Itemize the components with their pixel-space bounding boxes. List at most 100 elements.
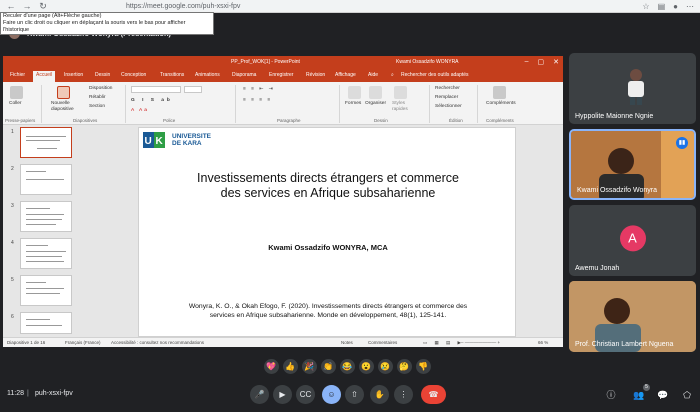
tab-revision[interactable]: Révision: [306, 72, 325, 78]
more-options-icon[interactable]: ⋮: [394, 385, 413, 404]
participant-tile[interactable]: A Awemu Jonah: [569, 205, 696, 276]
minimize-icon[interactable]: –: [525, 58, 529, 66]
more-icon[interactable]: ⋯: [686, 2, 694, 11]
close-icon[interactable]: ✕: [553, 58, 559, 66]
paste-button[interactable]: Coller: [9, 101, 22, 106]
back-icon[interactable]: ←: [6, 2, 16, 11]
tab-affichage[interactable]: Affichage: [335, 72, 356, 78]
reset-button[interactable]: Rétablir: [89, 95, 106, 100]
sad-reaction-icon[interactable]: 😢: [377, 358, 393, 374]
tab-diaporama[interactable]: Diaporama: [232, 72, 256, 78]
shapes-button[interactable]: Formes: [345, 101, 361, 106]
font-size-field[interactable]: [184, 86, 202, 93]
back-tooltip: Reculer d'une page (Alt+Flèche gauche) F…: [0, 12, 214, 35]
slide-thumbnail[interactable]: [20, 275, 72, 306]
replace-button[interactable]: Remplacer: [435, 95, 458, 100]
layout-button[interactable]: Disposition: [89, 86, 112, 91]
meeting-code: puh-xsxi-fpv: [35, 390, 73, 397]
styles-icon[interactable]: [394, 86, 407, 99]
camera-icon[interactable]: ▶: [273, 385, 292, 404]
comments-button[interactable]: Commentaires: [368, 340, 397, 345]
drawing-group-label: Dessin: [374, 118, 388, 123]
arrange-button[interactable]: Organiser: [365, 101, 386, 106]
zoom-level[interactable]: 66 %: [538, 340, 548, 345]
paste-icon[interactable]: [10, 86, 23, 99]
slide-thumbnail[interactable]: [20, 238, 72, 269]
accessibility-status[interactable]: Accessibilité : consultez nos recommanda…: [111, 340, 204, 345]
tab-insertion[interactable]: Insertion: [64, 72, 83, 78]
addins-button[interactable]: Compléments: [486, 101, 516, 106]
maximize-icon[interactable]: ▢: [538, 58, 545, 66]
captions-icon[interactable]: CC: [296, 385, 315, 404]
new-slide-icon[interactable]: [57, 86, 70, 99]
thumbs-up-reaction-icon[interactable]: 👍: [282, 358, 298, 374]
align-icons[interactable]: ≡ ≡ ≡ ≡: [243, 98, 272, 103]
tab-aide[interactable]: Aide: [368, 72, 378, 78]
speaking-indicator-icon: ▮▮: [676, 137, 688, 149]
participant-name: Awemu Jonah: [575, 265, 620, 272]
language-status[interactable]: Français (France): [65, 340, 101, 345]
clap-reaction-icon[interactable]: 👏: [320, 358, 336, 374]
new-slide-button[interactable]: Nouvelle diapositive: [51, 101, 81, 113]
activities-icon[interactable]: ⬠: [680, 388, 694, 402]
thumb-number: 4: [11, 240, 14, 246]
shapes-icon[interactable]: [348, 86, 361, 99]
current-slide[interactable]: U K UNIVERSITE DE KARA Investissements d…: [138, 127, 516, 337]
slide-author: Kwami Ossadzifo WONYRA, MCA: [268, 243, 388, 252]
profile-icon[interactable]: ●: [673, 2, 678, 11]
thumbs-down-reaction-icon[interactable]: 👎: [415, 358, 431, 374]
forward-icon[interactable]: →: [22, 2, 32, 11]
styles-button[interactable]: Styles rapides: [392, 101, 410, 113]
present-screen-icon[interactable]: ⇧: [345, 385, 364, 404]
ribbon-search[interactable]: Rechercher des outils adaptés: [401, 72, 469, 78]
slide-thumbnail[interactable]: [20, 201, 72, 232]
tab-dessin[interactable]: Dessin: [95, 72, 110, 78]
surprised-reaction-icon[interactable]: 😮: [358, 358, 374, 374]
leave-call-button[interactable]: ☎: [421, 385, 446, 404]
participant-tile[interactable]: Prof. Christian Lambert Nguena: [569, 281, 696, 352]
collections-icon[interactable]: ▤: [658, 2, 666, 11]
find-button[interactable]: Rechercher: [435, 86, 460, 91]
tab-animations[interactable]: Animations: [195, 72, 220, 78]
participant-tile[interactable]: Hyppolite Maionne Ngnie: [569, 53, 696, 124]
party-reaction-icon[interactable]: 🎉: [301, 358, 317, 374]
section-button[interactable]: Section: [89, 104, 105, 109]
microphone-icon[interactable]: 🎤: [250, 385, 269, 404]
slide-thumbnail[interactable]: [20, 312, 72, 334]
star-icon[interactable]: ☆: [642, 2, 649, 11]
raise-hand-icon[interactable]: ✋: [370, 385, 389, 404]
tab-conception[interactable]: Conception: [121, 72, 146, 78]
notes-button[interactable]: Notes: [341, 340, 353, 345]
laugh-reaction-icon[interactable]: 😂: [339, 358, 355, 374]
font-name-field[interactable]: [131, 86, 181, 93]
addins-icon[interactable]: [493, 86, 506, 99]
reactions-icon[interactable]: ☺: [322, 385, 341, 404]
tab-accueil[interactable]: Accueil: [33, 71, 56, 82]
list-icons[interactable]: ≡ ≡ ⇤ ⇥: [243, 87, 275, 92]
view-buttons[interactable]: ▭ ▦ ▤ ▶: [423, 340, 464, 346]
powerpoint-window: PP_Prof_WOK[1] - PowerPoint Kwami Ossadz…: [3, 56, 563, 347]
thinking-reaction-icon[interactable]: 🤔: [396, 358, 412, 374]
font-format-icons[interactable]: G I S ab: [131, 98, 173, 103]
tab-fichier[interactable]: Fichier: [10, 72, 25, 78]
slide-thumbnail[interactable]: [20, 127, 72, 158]
tab-transitions[interactable]: Transitions: [160, 72, 184, 78]
arrange-icon[interactable]: [369, 86, 382, 99]
slide-thumbnail[interactable]: [20, 164, 72, 195]
slide-thumbnails[interactable]: 1 2 3 4 5 6: [3, 125, 75, 337]
chat-icon[interactable]: 💬: [656, 388, 670, 402]
meeting-time: 11:28: [7, 390, 24, 397]
participant-tile-speaking[interactable]: ▮▮ Kwami Ossadzifo Wonyra: [569, 129, 696, 200]
heart-reaction-icon[interactable]: 💖: [263, 358, 279, 374]
zoom-slider[interactable]: – ——————— +: [461, 340, 500, 345]
select-button[interactable]: Sélectionner: [435, 104, 462, 109]
ppt-status-bar: Diapositive 1 de 16 Français (France) Ac…: [3, 337, 563, 347]
tab-enregistrer[interactable]: Enregistrer: [269, 72, 293, 78]
address-bar[interactable]: https://meet.google.com/puh-xsxi-fpv: [126, 2, 526, 11]
font-color-icon[interactable]: A Aa: [131, 108, 149, 113]
clipboard-group-label: Presse-papiers: [5, 118, 36, 123]
info-icon[interactable]: ⓘ: [604, 388, 618, 402]
slides-group-label: Diapositives: [73, 118, 98, 123]
reload-icon[interactable]: ↻: [38, 2, 48, 11]
tooltip-line: Reculer d'une page (Alt+Flèche gauche): [3, 13, 102, 19]
